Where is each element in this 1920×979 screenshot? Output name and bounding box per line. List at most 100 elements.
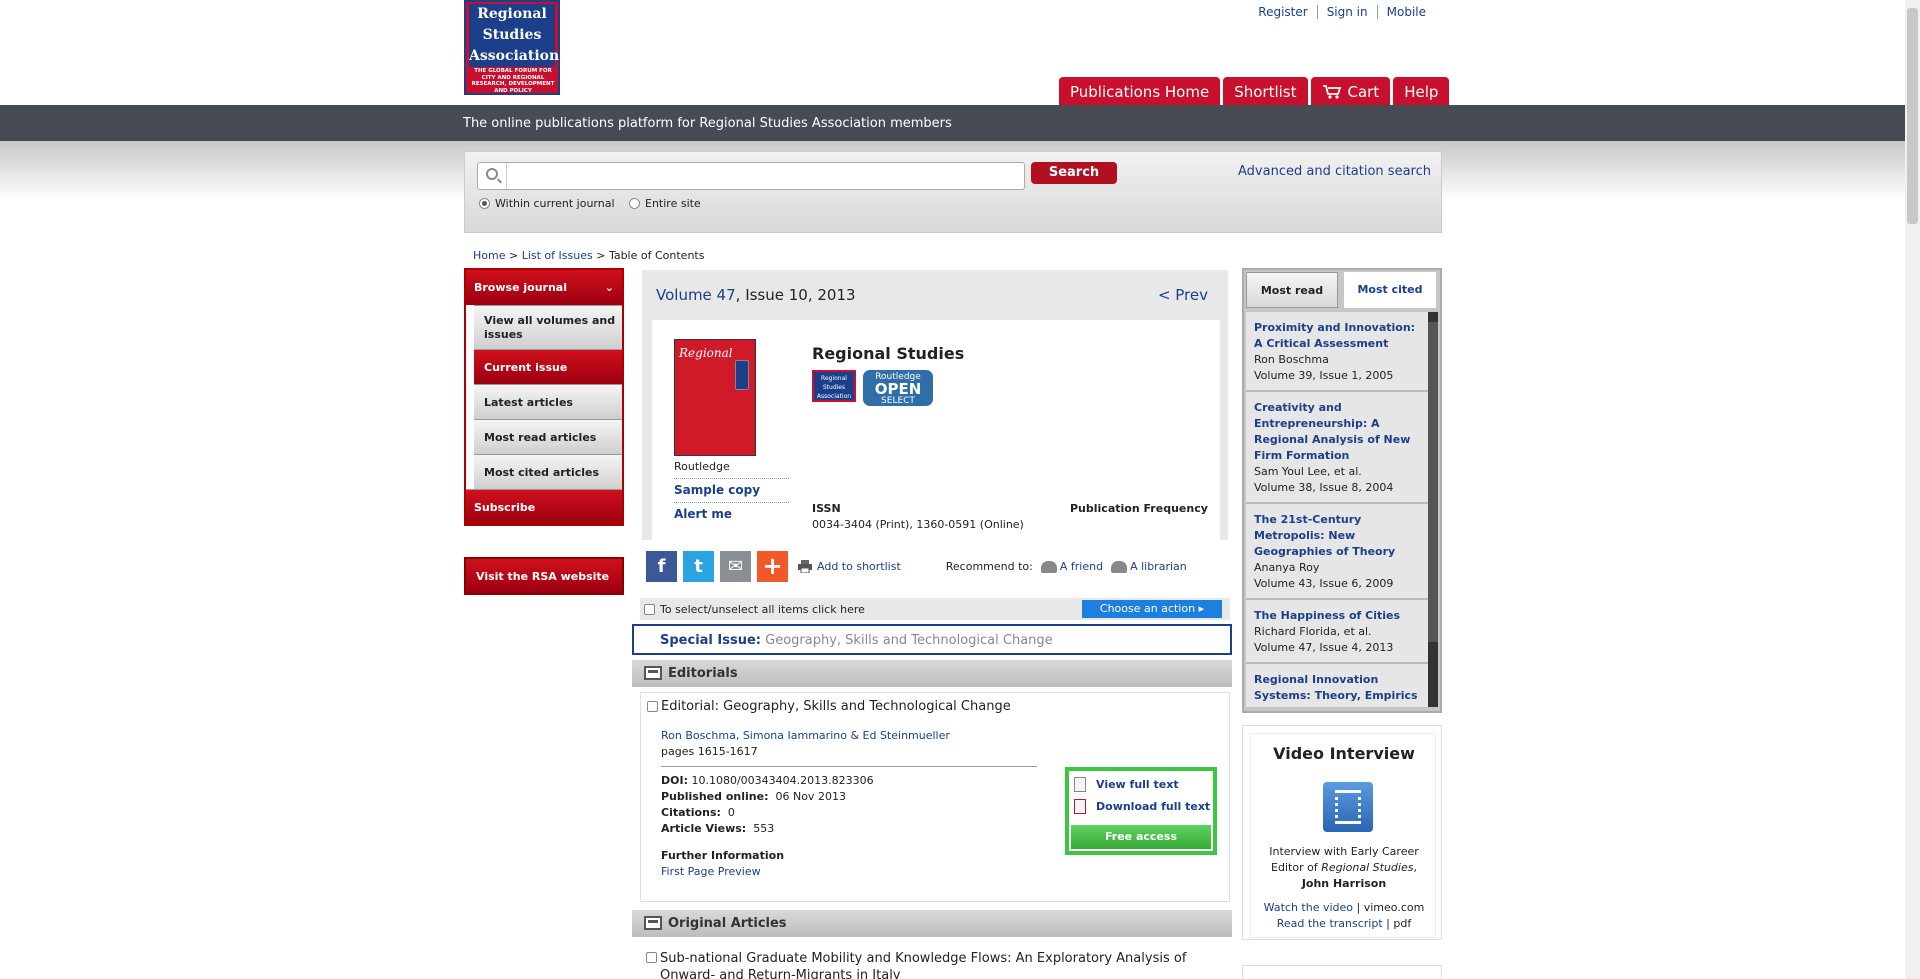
journal-title: Regional Studies xyxy=(812,344,965,363)
tab-shortlist[interactable]: Shortlist xyxy=(1223,77,1308,105)
main-tabs: Publications Home Shortlist Cart Help xyxy=(1059,77,1450,105)
search-icon xyxy=(486,168,498,180)
publication-frequency-label: Publication Frequency xyxy=(1070,502,1208,515)
pdf-icon xyxy=(1074,799,1086,814)
search-button[interactable]: Search xyxy=(1031,162,1117,184)
list-item: Proximity and Innovation: A Critical Ass… xyxy=(1246,312,1428,392)
breadcrumb-home[interactable]: Home xyxy=(473,249,505,262)
select-all-checkbox[interactable] xyxy=(644,603,655,615)
scrollbar-thumb[interactable] xyxy=(1907,8,1918,224)
person-icon xyxy=(1040,560,1057,573)
nav-most-cited-articles[interactable]: Most cited articles xyxy=(474,454,622,489)
banner: The online publications platform for Reg… xyxy=(0,105,1905,141)
next-panel xyxy=(1242,965,1442,979)
tab-label: Shortlist xyxy=(1234,82,1297,101)
radio-icon xyxy=(479,198,490,209)
issn-value: 0034-3404 (Print), 1360-0591 (Online) xyxy=(812,518,1024,531)
issue-header: Volume 47, Issue 10, 2013 < Prev xyxy=(642,270,1228,310)
search-panel: Search Advanced and citation search With… xyxy=(464,151,1442,233)
advanced-search-link[interactable]: Advanced and citation search xyxy=(1238,164,1431,179)
breadcrumb-list-of-issues[interactable]: List of Issues xyxy=(522,249,593,262)
article-meta: DOI: 10.1080/00343404.2013.823306 Publis… xyxy=(661,774,874,835)
addthis-plus-icon[interactable]: + xyxy=(757,550,788,582)
scope-current-journal[interactable]: Within current journal xyxy=(479,197,615,210)
most-read-cited-panel: Most read Most cited Proximity and Innov… xyxy=(1242,268,1442,713)
further-information-label: Further Information xyxy=(661,849,785,862)
chevron-down-icon: ⌄ xyxy=(604,281,614,294)
tab-label: Cart xyxy=(1347,82,1380,101)
tab-most-cited[interactable]: Most cited xyxy=(1344,272,1436,308)
section-icon xyxy=(644,916,662,930)
recommend-friend-link[interactable]: A friend xyxy=(1040,560,1103,573)
alert-me-link[interactable]: Alert me xyxy=(674,502,789,521)
scope-entire-site[interactable]: Entire site xyxy=(629,197,701,210)
video-heading: Video Interview xyxy=(1273,744,1415,763)
list-scrollbar[interactable] xyxy=(1428,312,1438,707)
list-item-title[interactable]: Proximity and Innovation: A Critical Ass… xyxy=(1254,320,1420,352)
visit-rsa-website-button[interactable]: Visit the RSA website xyxy=(464,557,624,595)
article-title-link[interactable]: Editorial: Geography, Skills and Technol… xyxy=(661,699,1011,714)
special-issue-banner: Special Issue: Geography, Skills and Tec… xyxy=(632,624,1232,655)
first-page-preview-link[interactable]: First Page Preview xyxy=(661,865,761,878)
browse-journal-nav: Browse journal ⌄ View all volumes and is… xyxy=(464,268,624,526)
logo-line-3: Association xyxy=(469,48,560,64)
select-all-label: To select/unselect all items click here xyxy=(660,602,865,616)
prev-issue-link[interactable]: < Prev xyxy=(1158,286,1208,304)
logo-tagline: THE GLOBAL FORUM FOR CITY AND REGIONAL R… xyxy=(471,68,555,94)
breadcrumb-current: Table of Contents xyxy=(608,249,705,262)
choose-action-button[interactable]: Choose an action ▸ xyxy=(1082,600,1222,618)
special-issue-title: Geography, Skills and Technological Chan… xyxy=(765,633,1053,648)
tab-most-read[interactable]: Most read xyxy=(1246,272,1338,308)
mobile-link[interactable]: Mobile xyxy=(1376,5,1435,19)
video-interview-box: Video Interview Interview with Early Car… xyxy=(1242,725,1442,940)
article-title-link[interactable]: Sub-national Graduate Mobility and Knowl… xyxy=(660,950,1200,979)
nav-current-issue[interactable]: Current issue xyxy=(474,349,622,384)
facebook-icon[interactable]: f xyxy=(646,550,677,582)
tab-label: Help xyxy=(1404,82,1439,101)
film-icon[interactable] xyxy=(1323,782,1373,832)
page-scrollbar[interactable] xyxy=(1905,0,1920,979)
tab-publications-home[interactable]: Publications Home xyxy=(1059,77,1221,105)
sample-copy-link[interactable]: Sample copy xyxy=(674,478,789,497)
search-input[interactable] xyxy=(477,162,1025,190)
nav-subscribe[interactable]: Subscribe xyxy=(466,489,622,524)
nav-latest-articles[interactable]: Latest articles xyxy=(474,384,622,419)
document-icon xyxy=(1074,777,1086,792)
journal-cover-image[interactable]: Regional xyxy=(674,339,756,456)
list-item-title[interactable]: The Happiness of Cities xyxy=(1254,608,1420,624)
view-full-text-link[interactable]: View full text xyxy=(1074,777,1179,792)
publisher-name: Routledge xyxy=(674,460,730,473)
nav-view-all-volumes[interactable]: View all volumes and issues xyxy=(474,305,622,349)
video-description: Interview with Early Career Editor of Re… xyxy=(1251,844,1437,892)
scope-label: Entire site xyxy=(645,197,701,210)
article-checkbox[interactable] xyxy=(647,701,658,712)
email-icon[interactable]: ✉ xyxy=(720,550,751,582)
list-item: Regional Innovation Systems: Theory, Emp… xyxy=(1246,664,1428,707)
nav-most-read-articles[interactable]: Most read articles xyxy=(474,419,622,454)
list-item-title[interactable]: Regional Innovation Systems: Theory, Emp… xyxy=(1254,672,1420,707)
list-item: The 21st-Century Metropolis: New Geograp… xyxy=(1246,504,1428,600)
doi-value: 10.1080/00343404.2013.823306 xyxy=(691,774,874,787)
article-item: Editorial: Geography, Skills and Technol… xyxy=(640,692,1230,902)
issn-block: ISSN 0034-3404 (Print), 1360-0591 (Onlin… xyxy=(812,502,1024,531)
article-checkbox[interactable] xyxy=(646,952,657,963)
article-authors[interactable]: Ron Boschma, Simona Iammarino & Ed Stein… xyxy=(661,729,950,742)
register-link[interactable]: Register xyxy=(1249,5,1316,19)
list-item-title[interactable]: The 21st-Century Metropolis: New Geograp… xyxy=(1254,512,1420,560)
watch-video-link[interactable]: Watch the video xyxy=(1264,901,1353,914)
read-transcript-link[interactable]: Read the transcript xyxy=(1277,917,1383,930)
tab-cart[interactable]: Cart xyxy=(1310,77,1391,105)
journal-info-panel: Regional Routledge Sample copy Alert me … xyxy=(642,310,1228,542)
sign-in-link[interactable]: Sign in xyxy=(1316,5,1377,19)
add-to-shortlist-link[interactable]: Add to shortlist xyxy=(798,559,901,573)
recommend-librarian-link[interactable]: A librarian xyxy=(1111,560,1187,573)
share-bar: f t ✉ + Add to shortlist Recommend to: A… xyxy=(646,548,1236,584)
volume-link[interactable]: Volume 47 xyxy=(656,286,736,304)
download-full-text-link[interactable]: Download full text xyxy=(1074,799,1210,814)
browse-journal-header[interactable]: Browse journal ⌄ xyxy=(466,270,622,305)
tab-help[interactable]: Help xyxy=(1393,77,1450,105)
rsa-logo[interactable]: Regional Studies Association THE GLOBAL … xyxy=(464,0,560,95)
recommend-to: Recommend to: A friend A librarian xyxy=(945,559,1187,573)
twitter-icon[interactable]: t xyxy=(683,550,714,582)
list-item-title[interactable]: Creativity and Entrepreneurship: A Regio… xyxy=(1254,400,1420,464)
